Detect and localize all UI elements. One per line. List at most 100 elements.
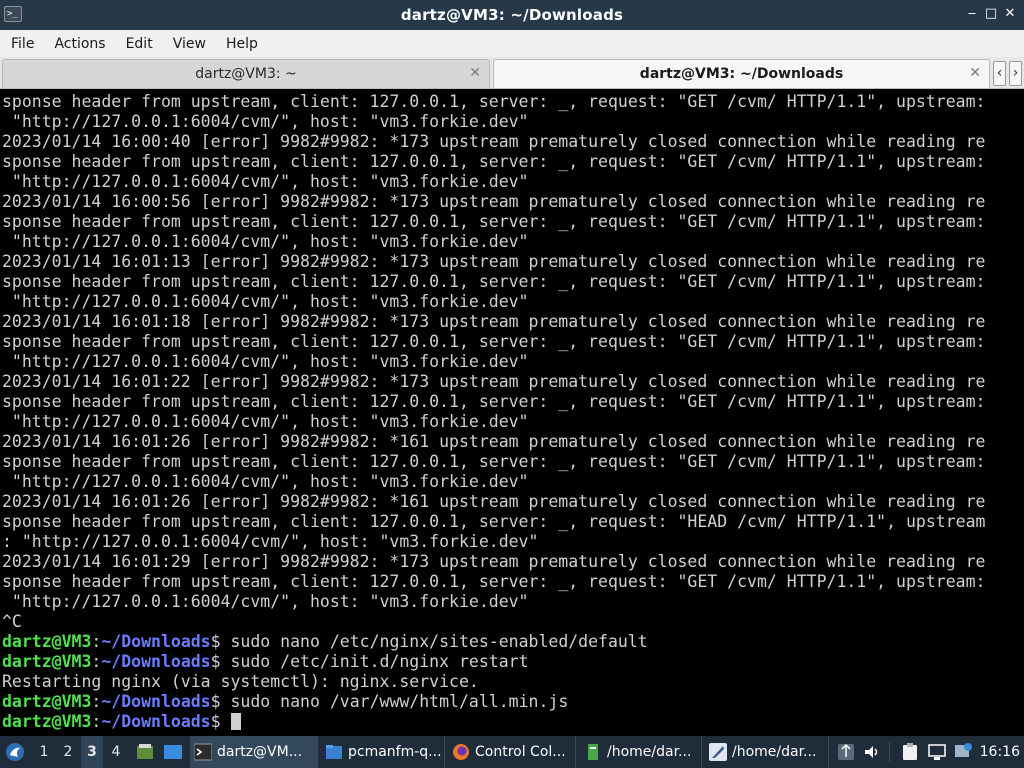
- file-manager-launcher[interactable]: [133, 736, 157, 768]
- terminal-line: "http://127.0.0.1:6004/cvm/", host: "vm3…: [2, 172, 529, 191]
- window-title: dartz@VM3: ~/Downloads: [400, 6, 624, 24]
- prompt-line: dartz@VM3:~/Downloads$ sudo nano /var/ww…: [2, 692, 1010, 712]
- terminal-line: sponse header from upstream, client: 127…: [2, 212, 986, 231]
- clipboard-icon[interactable]: [901, 743, 919, 761]
- terminal-scrollbar[interactable]: [1010, 89, 1024, 736]
- menu-help[interactable]: Help: [219, 36, 265, 52]
- prompt-user: dartz@VM3: [2, 652, 92, 671]
- text-cursor: [230, 713, 241, 730]
- clock[interactable]: 16:16: [980, 736, 1020, 768]
- firefox-icon: [453, 744, 469, 760]
- menu-edit[interactable]: Edit: [119, 36, 160, 52]
- maximize-icon[interactable]: □: [983, 6, 999, 22]
- taskbar: 1 2 3 4 dartz@VM... pcmanfm-q... Control: [0, 736, 1024, 768]
- terminal-line: "http://127.0.0.1:6004/cvm/", host: "vm3…: [2, 232, 529, 251]
- workspace-2[interactable]: 2: [57, 736, 79, 768]
- prompt-symbol: $: [210, 632, 231, 651]
- menu-actions[interactable]: Actions: [47, 36, 112, 52]
- prompt-colon: :: [91, 632, 102, 651]
- task-firefox[interactable]: Control Col...: [448, 736, 576, 768]
- terminal-line: sponse header from upstream, client: 127…: [2, 152, 986, 171]
- prompt-path: ~/Downloads: [101, 632, 211, 651]
- tab-bar: dartz@VM3: ~ ✕ dartz@VM3: ~/Downloads ✕ …: [0, 57, 1024, 89]
- task-home-folder-2[interactable]: /home/dar...: [705, 736, 829, 768]
- prompt-path: ~/Downloads: [101, 712, 211, 731]
- tab-home[interactable]: dartz@VM3: ~ ✕: [2, 59, 490, 88]
- folder-icon: [326, 745, 342, 759]
- tab-label: dartz@VM3: ~: [195, 66, 297, 82]
- close-icon[interactable]: ✕: [1002, 6, 1018, 22]
- workspace-3[interactable]: 3: [81, 736, 103, 768]
- terminal-line: 2023/01/14 16:00:56 [error] 9982#9982: *…: [2, 192, 986, 211]
- command-output: Restarting nginx (via systemctl): nginx.…: [2, 672, 479, 691]
- command-text: sudo nano /etc/nginx/sites-enabled/defau…: [230, 632, 648, 651]
- text-editor-icon: [588, 744, 598, 760]
- terminal-line: 2023/01/14 16:01:22 [error] 9982#9982: *…: [2, 372, 986, 391]
- prompt-line: dartz@VM3:~/Downloads$ sudo /etc/init.d/…: [2, 652, 1010, 672]
- task-terminal[interactable]: dartz@VM...: [190, 736, 318, 768]
- tab-close-icon[interactable]: ✕: [469, 65, 481, 81]
- minimize-icon[interactable]: ‒: [964, 6, 980, 22]
- tab-scroll-left-icon[interactable]: ‹: [993, 61, 1006, 86]
- terminal-line: sponse header from upstream, client: 127…: [2, 512, 986, 531]
- task-label: /home/dar...: [607, 744, 692, 760]
- terminal-line: sponse header from upstream, client: 127…: [2, 452, 986, 471]
- terminal-line: sponse header from upstream, client: 127…: [2, 272, 986, 291]
- prompt-colon: :: [91, 652, 102, 671]
- task-label: dartz@VM...: [217, 744, 303, 760]
- prompt-symbol: $: [210, 712, 231, 731]
- menu-bar: File Actions Edit View Help: [0, 30, 1024, 57]
- menu-view[interactable]: View: [166, 36, 213, 52]
- volume-icon[interactable]: [863, 743, 881, 761]
- command-text: sudo nano /var/www/html/all.min.js: [230, 692, 569, 711]
- terminal-line: "http://127.0.0.1:6004/cvm/", host: "vm3…: [2, 412, 529, 431]
- prompt-colon: :: [91, 712, 102, 731]
- tray-updates-icon[interactable]: [837, 743, 855, 761]
- featherpad-icon: [709, 743, 727, 761]
- prompt-line: dartz@VM3:~/Downloads$: [2, 712, 1010, 732]
- notification-icon[interactable]: [954, 743, 972, 761]
- network-icon[interactable]: [928, 743, 946, 761]
- terminal-line: "http://127.0.0.1:6004/cvm/", host: "vm3…: [2, 472, 529, 491]
- terminal-line: 2023/01/14 16:01:26 [error] 9982#9982: *…: [2, 492, 986, 511]
- workspace-4[interactable]: 4: [105, 736, 127, 768]
- window-titlebar[interactable]: >_ dartz@VM3: ~/Downloads ‒ □ ✕: [0, 0, 1024, 30]
- tab-close-icon[interactable]: ✕: [969, 65, 981, 81]
- show-desktop-button[interactable]: [160, 736, 186, 768]
- terminal-line: "http://127.0.0.1:6004/cvm/", host: "vm3…: [2, 352, 529, 371]
- tab-scroll-right-icon[interactable]: ›: [1009, 61, 1022, 86]
- terminal-line: 2023/01/14 16:01:29 [error] 9982#9982: *…: [2, 552, 986, 571]
- menu-file[interactable]: File: [4, 36, 41, 52]
- terminal-line: sponse header from upstream, client: 127…: [2, 392, 986, 411]
- file-manager-icon: [137, 744, 153, 759]
- prompt-path: ~/Downloads: [101, 692, 211, 711]
- tab-downloads[interactable]: dartz@VM3: ~/Downloads ✕: [493, 59, 990, 88]
- prompt-symbol: $: [210, 652, 231, 671]
- terminal-line: : "http://127.0.0.1:6004/cvm/", host: "v…: [2, 532, 539, 551]
- terminal-line: sponse header from upstream, client: 127…: [2, 572, 986, 591]
- show-desktop-icon: [164, 745, 182, 759]
- start-menu-icon: [6, 743, 24, 761]
- task-pcmanfm[interactable]: pcmanfm-q...: [321, 736, 445, 768]
- terminal-line: ^C: [2, 612, 22, 631]
- tray-divider: [889, 742, 890, 762]
- terminal-line: "http://127.0.0.1:6004/cvm/", host: "vm3…: [2, 292, 529, 311]
- terminal-line: 2023/01/14 16:01:26 [error] 9982#9982: *…: [2, 432, 986, 451]
- command-text: sudo /etc/init.d/nginx restart: [230, 652, 529, 671]
- terminal-icon: [194, 743, 212, 761]
- workspace-1[interactable]: 1: [33, 736, 55, 768]
- start-menu-button[interactable]: [4, 736, 26, 768]
- task-label: /home/dar...: [732, 744, 817, 760]
- task-home-folder-1[interactable]: /home/dar...: [580, 736, 702, 768]
- terminal-line: 2023/01/14 16:01:13 [error] 9982#9982: *…: [2, 252, 986, 271]
- terminal-line: "http://127.0.0.1:6004/cvm/", host: "vm3…: [2, 592, 529, 611]
- tab-label: dartz@VM3: ~/Downloads: [639, 66, 844, 82]
- prompt-user: dartz@VM3: [2, 692, 92, 711]
- terminal-line: sponse header from upstream, client: 127…: [2, 332, 986, 351]
- task-label: Control Col...: [475, 744, 566, 760]
- terminal-view[interactable]: sponse header from upstream, client: 127…: [0, 89, 1024, 736]
- terminal-app-icon[interactable]: >_: [4, 6, 22, 22]
- prompt-path: ~/Downloads: [101, 652, 211, 671]
- terminal-line: 2023/01/14 16:00:40 [error] 9982#9982: *…: [2, 132, 986, 151]
- terminal-line: sponse header from upstream, client: 127…: [2, 92, 986, 111]
